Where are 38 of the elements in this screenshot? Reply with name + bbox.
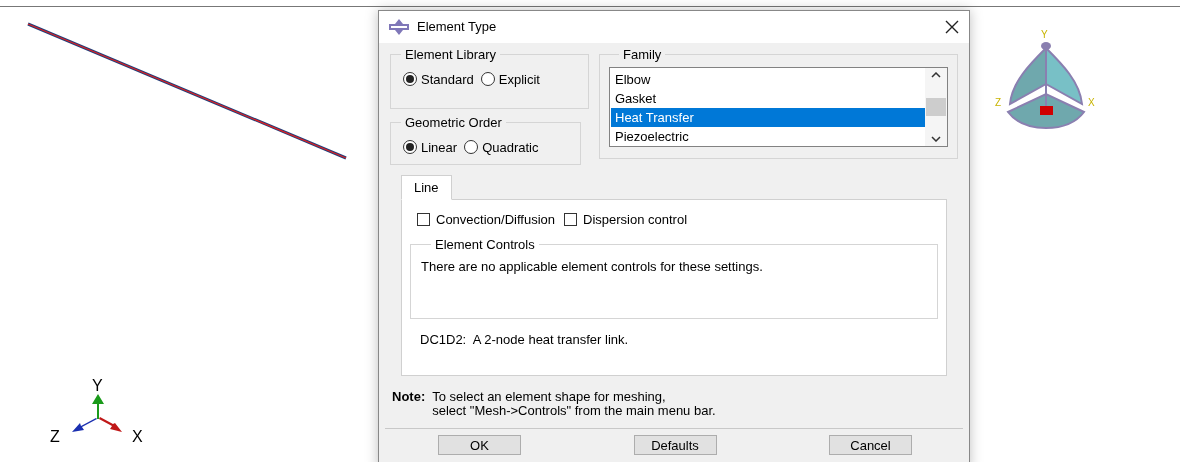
- axis-label: X: [132, 428, 143, 445]
- axis-label: X: [1088, 97, 1095, 108]
- dialog-button[interactable]: Cancel: [829, 435, 912, 455]
- checkbox[interactable]: Dispersion control: [564, 210, 688, 230]
- x-axis-arrow: [99, 417, 122, 432]
- scroll-down-icon[interactable]: [931, 135, 941, 142]
- y-axis-arrow: [92, 394, 104, 419]
- group-title: Element Controls: [434, 235, 536, 254]
- dialog-icon: [389, 19, 409, 35]
- radio-button[interactable]: Quadratic: [464, 137, 539, 157]
- close-icon[interactable]: [945, 20, 959, 34]
- tab[interactable]: Line: [401, 175, 452, 200]
- family-list[interactable]: Elbow Gasket Heat Transfer Piezoelectric: [609, 66, 948, 147]
- window-title: Element Type: [417, 18, 498, 37]
- axis-label: Z: [50, 428, 60, 445]
- radio-button[interactable]: Standard: [403, 69, 474, 89]
- description-text: DC1D2: A 2-node heat transfer link.: [419, 330, 630, 349]
- radio-button[interactable]: Explicit: [480, 69, 540, 89]
- radio-button[interactable]: Linear: [403, 137, 458, 157]
- group-title: Geometric Order: [404, 114, 503, 132]
- axis-label: Y: [1041, 29, 1048, 40]
- checkbox[interactable]: Convection/Diffusion: [417, 210, 555, 230]
- group-title: Family: [622, 46, 663, 64]
- dialog-button[interactable]: OK: [438, 435, 521, 455]
- list-item[interactable]: Elbow: [611, 69, 925, 89]
- note-text: To select an element shape for meshing, select "Mesh->Controls" from the main menu bar.: [432, 390, 716, 418]
- z-axis-arrow: [72, 418, 97, 432]
- scroll-up-icon[interactable]: [931, 71, 941, 78]
- list-item[interactable]: Heat Transfer: [611, 107, 925, 127]
- group-title: Element Library: [404, 46, 498, 64]
- note-label: Note:: [392, 390, 426, 406]
- axis-label: Z: [995, 97, 1002, 108]
- message-text: There are no applicable element controls for these settings.: [421, 258, 764, 276]
- scroll-thumb[interactable]: [926, 97, 946, 116]
- axis-label: Y: [92, 377, 103, 394]
- list-item[interactable]: Gasket: [611, 88, 925, 108]
- dialog-button[interactable]: Defaults: [633, 435, 717, 455]
- list-item[interactable]: Piezoelectric: [611, 126, 925, 146]
